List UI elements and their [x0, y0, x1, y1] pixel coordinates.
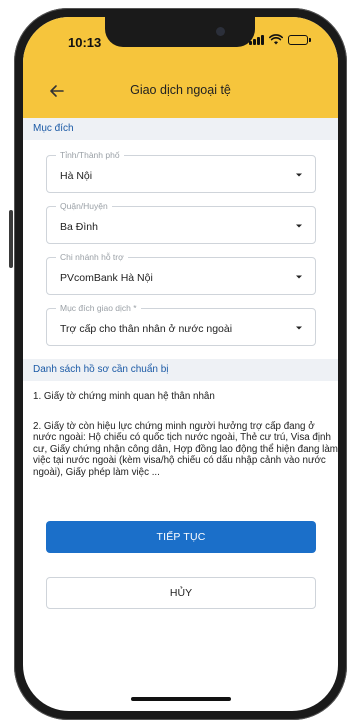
caret-down-icon: [296, 275, 302, 279]
document-item: 2. Giấy tờ còn hiệu lực chứng minh người…: [33, 421, 338, 478]
app-screen: 10:13 Giao dịch ngoại tệ Mục đích Tỉnh/T…: [23, 17, 338, 711]
status-time: 10:13: [68, 35, 102, 50]
cancel-button[interactable]: HỦY: [46, 577, 316, 609]
purpose-section-header: Mục đích: [23, 118, 338, 140]
caret-down-icon: [296, 224, 302, 228]
district-value: Ba Đình: [60, 221, 98, 233]
phone-frame: 10:13 Giao dịch ngoại tệ Mục đích Tỉnh/T…: [14, 8, 347, 720]
phone-notch: [105, 17, 255, 47]
battery-icon: [288, 35, 311, 45]
district-label: Quận/Huyện: [56, 201, 112, 212]
continue-button[interactable]: TIẾP TỤC: [46, 521, 316, 553]
page-title: Giao dịch ngoại tệ: [130, 83, 231, 97]
home-indicator[interactable]: [131, 697, 231, 701]
branch-label: Chi nhánh hỗ trợ: [56, 252, 128, 263]
purpose-select[interactable]: Mục đích giao dịch * Trợ cấp cho thân nh…: [46, 303, 316, 346]
phone-side-button: [9, 210, 13, 268]
status-icons: [249, 34, 311, 45]
purpose-label: Mục đích giao dịch *: [56, 303, 141, 314]
district-select[interactable]: Quận/Huyện Ba Đình: [46, 201, 316, 244]
signal-icon: [249, 34, 264, 45]
purpose-value: Trợ cấp cho thân nhân ở nước ngoài: [60, 323, 233, 335]
document-item: 1. Giấy tờ chứng minh quan hệ thân nhân: [33, 391, 215, 402]
branch-value: PVcomBank Hà Nội: [60, 272, 153, 284]
nav-bar: Giao dịch ngoại tệ: [23, 73, 338, 109]
camera-icon: [216, 27, 225, 36]
documents-section-header: Danh sách hồ sơ cần chuẩn bị: [23, 359, 338, 381]
province-select[interactable]: Tỉnh/Thành phố Hà Nội: [46, 150, 316, 193]
wifi-icon: [269, 34, 283, 45]
caret-down-icon: [296, 326, 302, 330]
province-value: Hà Nội: [60, 170, 93, 182]
branch-select[interactable]: Chi nhánh hỗ trợ PVcomBank Hà Nội: [46, 252, 316, 295]
caret-down-icon: [296, 173, 302, 177]
province-label: Tỉnh/Thành phố: [56, 150, 124, 161]
